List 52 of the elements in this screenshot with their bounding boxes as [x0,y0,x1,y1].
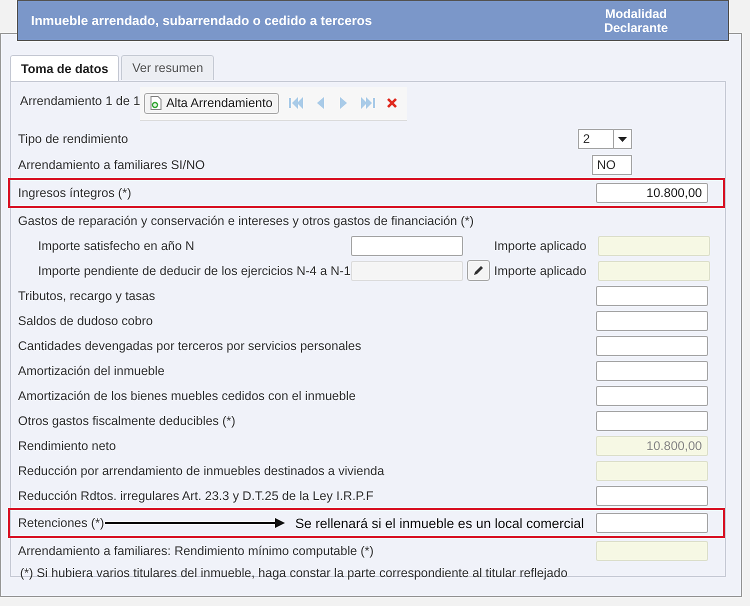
type-dropdown[interactable]: 2 [578,129,632,149]
field-label: Reducción por arrendamiento de inmuebles destinados a vivienda [18,464,386,478]
arrow-icon [105,518,286,528]
input-field[interactable] [596,286,708,306]
input-field[interactable] [596,310,708,330]
mode-label: Modalidad [605,6,667,20]
tab[interactable]: Ver resumen [121,55,214,80]
first-icon[interactable] [288,97,303,109]
field-label: Importe pendiente de deducir de los ejercicios N-4 a N-1 [38,264,351,278]
group-label: Gastos de reparación y conservación e intereses y otros gastos de financiación (*) [18,214,475,228]
readonly-field[interactable] [596,540,708,560]
input-field[interactable] [596,410,708,430]
input-field[interactable] [596,513,708,533]
dropdown-value: 2 [578,129,614,149]
pencil-icon[interactable] [467,260,490,281]
field-label: Otros gastos fiscalmente deducibles (*) [18,414,236,428]
footnote: (*) Si hubiera varios titulares del inmueble, haga constar la parte correspondiente al titular reflejado [19,565,569,582]
field-label: Amortización de los bienes muebles cedidos con el inmueble [18,388,357,402]
field-label: Rendimiento neto [18,438,117,452]
last-icon[interactable] [360,97,375,109]
field-label: Cantidades devengadas por terceros por servicios personales [18,338,362,352]
mode-label: Declarante [604,20,668,34]
readonly-field[interactable] [596,460,708,480]
tab[interactable]: Toma de datos [10,55,120,81]
field-label: Importe aplicado [494,238,588,252]
field-label: Amortización del inmueble [18,364,166,378]
annotation-text: Se rellenará si el inmueble es un local comercial [295,516,584,530]
field-label: Ingresos íntegros (*) [18,186,132,200]
record-counter: Arrendamiento 1 de 1 [20,94,140,108]
readonly-field[interactable] [598,260,710,280]
caret-icon[interactable] [614,129,632,149]
input-field[interactable] [596,360,708,380]
readonly-field[interactable] [598,236,710,256]
field-label: Saldos de dudoso cobro [18,314,154,328]
add-document-icon [150,96,162,110]
field-label: Importe aplicado [494,264,588,278]
field-label: Importe satisfecho en año N [38,238,196,252]
field-label: Tipo de rendimiento [18,132,130,146]
input-field[interactable] [351,236,463,256]
field-label: Reducción Rdtos. irregulares Art. 23.3 y D.T.25 de la Ley I.R.P.F [18,488,374,502]
input-field[interactable] [596,386,708,406]
add-button[interactable]: Alta Arrendamiento [144,92,279,114]
field-label: Retenciones (*) [18,516,106,530]
input-field[interactable] [596,486,708,506]
field-label: Arrendamiento a familiares: Rendimiento mínimo computable (*) [18,544,375,558]
input-field[interactable]: 10.800,00 [596,183,708,203]
input-field[interactable] [596,336,708,356]
input-field[interactable]: NO [592,155,632,175]
field-label: Arrendamiento a familiares SI/NO [18,158,206,172]
delete-icon[interactable] [384,97,399,109]
field-label: Tributos, recargo y tasas [18,288,156,302]
header-title: Inmueble arrendado, subarrendado o cedido a terceros [31,13,372,28]
